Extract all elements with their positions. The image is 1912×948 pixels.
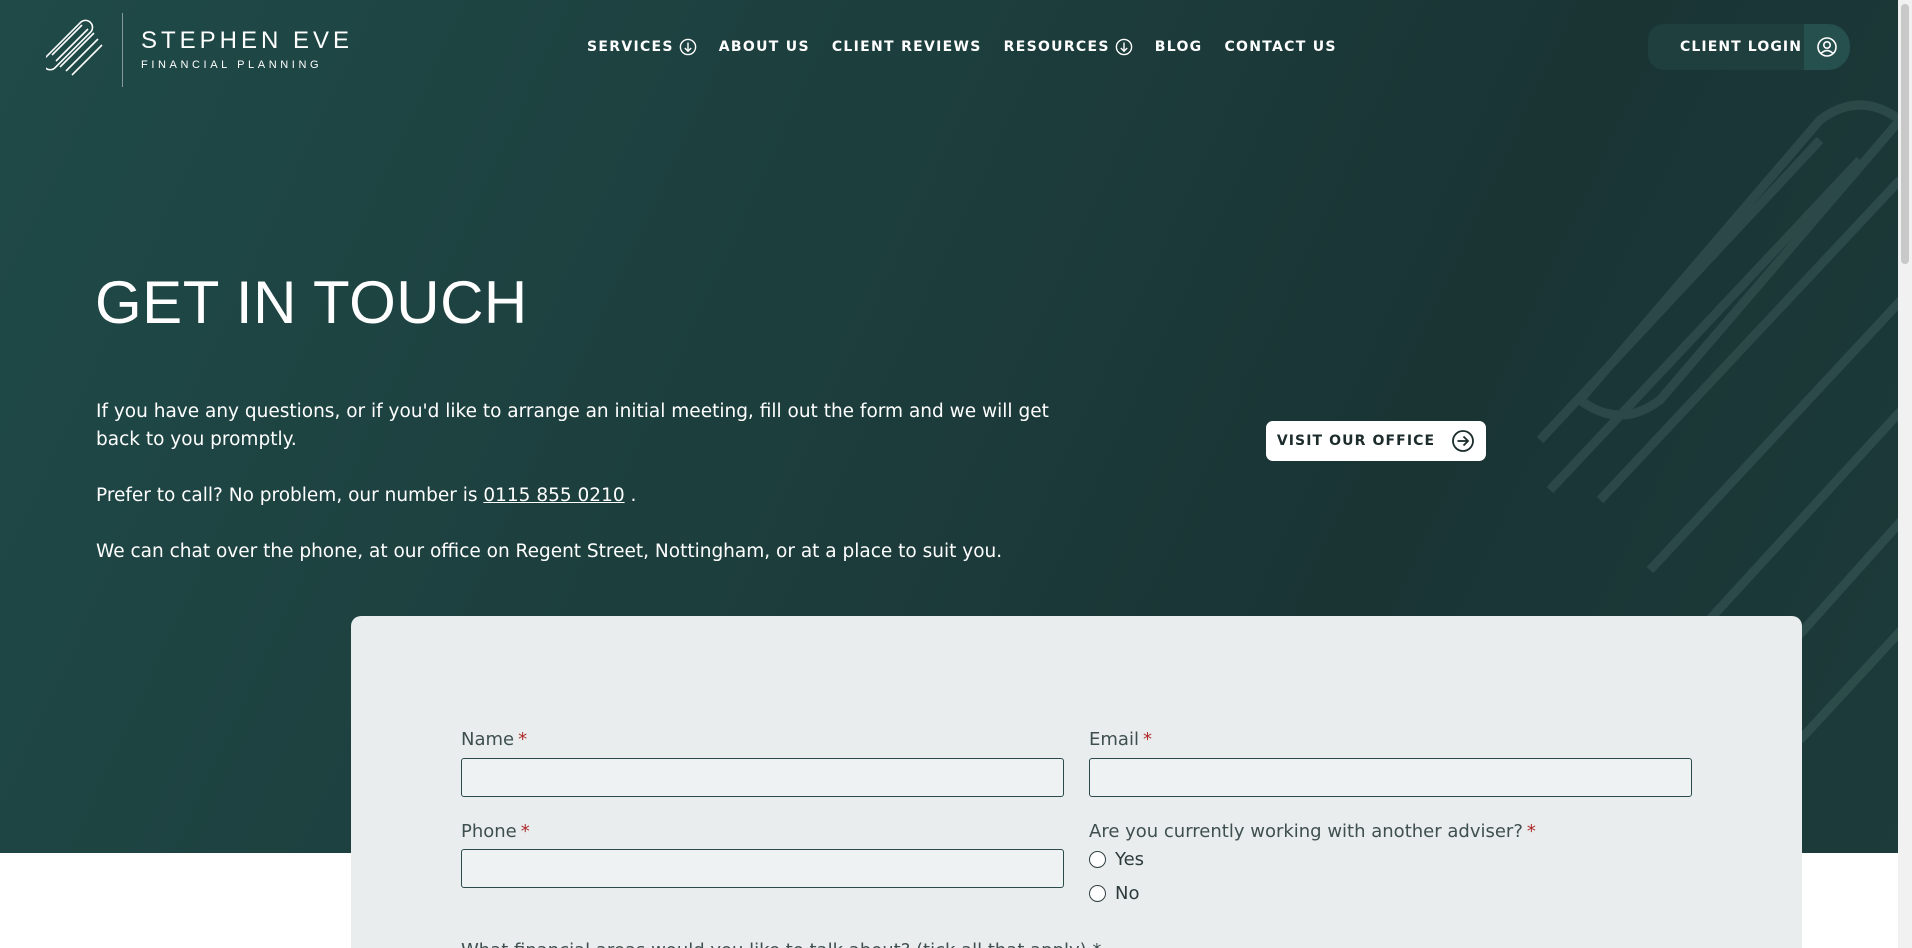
phone-label-text: Phone [461,821,517,842]
name-field[interactable] [461,758,1064,797]
name-label-text: Name [461,729,515,750]
nav-item-about-us[interactable]: ABOUT US [719,39,810,55]
nav-item-label: CONTACT US [1224,39,1337,55]
phone-prefix: Prefer to call? No problem, our number i… [96,485,478,506]
client-login-button[interactable]: CLIENT LOGIN [1648,24,1850,70]
phone-field-label: Phone * [461,821,530,842]
nav-item-label: CLIENT REVIEWS [831,39,982,55]
brand-tagline: FINANCIAL PLANNING [141,59,323,71]
radio-button[interactable] [1089,851,1106,868]
required-marker: * [520,821,530,842]
client-login-label: CLIENT LOGIN [1680,39,1803,55]
required-marker: * [518,729,528,750]
radio-label: Yes [1115,849,1145,870]
brand-logo[interactable]: STEPHEN EVE FINANCIAL PLANNING [46,13,353,87]
phone-link[interactable]: 0115 855 0210 [483,485,624,506]
radio-label: No [1115,883,1140,904]
page-scrollbar[interactable] [1898,0,1912,948]
visit-office-label: VISIT OUR OFFICE [1276,433,1436,449]
financial-areas-question-label: What financial areas would you like to t… [461,940,1101,948]
phone-field[interactable] [461,849,1064,888]
required-marker: * [1142,729,1152,750]
phone-paragraph: Prefer to call? No problem, our number i… [96,482,1096,510]
nav-item-label: RESOURCES [1003,39,1110,55]
page-title: GET IN TOUCH [95,269,528,336]
email-label-text: Email [1089,729,1139,750]
name-field-label: Name * [461,729,527,750]
intro-paragraph: If you have any questions, or if you'd l… [96,401,1049,450]
email-field[interactable] [1089,758,1692,797]
intro-text: If you have any questions, or if you'd l… [96,398,1096,594]
brand-name: STEPHEN EVE [141,27,354,54]
diagonal-stripes-logo-icon [46,19,103,76]
radio-option-yes[interactable]: Yes [1089,849,1144,870]
phone-suffix: . [630,485,637,506]
nav-item-client-reviews[interactable]: CLIENT REVIEWS [832,39,982,55]
nav-item-blog[interactable]: BLOG [1155,39,1203,55]
nav-item-label: BLOG [1154,39,1203,55]
adviser-question-label: Are you currently working with another a… [1089,821,1536,842]
nav-item-label: SERVICES [587,39,674,55]
adviser-question-text: Are you currently working with another a… [1089,821,1523,842]
visit-office-button[interactable]: VISIT OUR OFFICE [1266,421,1486,461]
main-nav: SERVICES ABOUT US CLIENT REVIEWS RESOURC… [587,36,1337,58]
nav-item-label: ABOUT US [718,39,810,55]
radio-option-no[interactable]: No [1089,883,1139,904]
circle-arrow-down-icon [679,38,697,56]
nav-item-contact-us[interactable]: CONTACT US [1224,39,1336,55]
login-icon-container [1804,24,1850,70]
scrollbar-thumb[interactable] [1901,4,1909,264]
radio-button[interactable] [1089,885,1106,902]
brand-text: STEPHEN EVE FINANCIAL PLANNING [141,27,353,73]
required-marker: * [1526,821,1536,842]
nav-item-services[interactable]: SERVICES [587,38,697,56]
site-header: STEPHEN EVE FINANCIAL PLANNING SERVICES … [0,0,1912,95]
circle-arrow-down-icon [1115,38,1133,56]
circle-arrow-right-icon [1452,430,1475,452]
email-field-label: Email * [1089,729,1152,750]
nav-item-resources[interactable]: RESOURCES [1004,38,1133,56]
location-paragraph: We can chat over the phone, at our offic… [96,541,1003,562]
logo-divider [122,13,123,87]
user-circle-icon [1817,37,1837,57]
